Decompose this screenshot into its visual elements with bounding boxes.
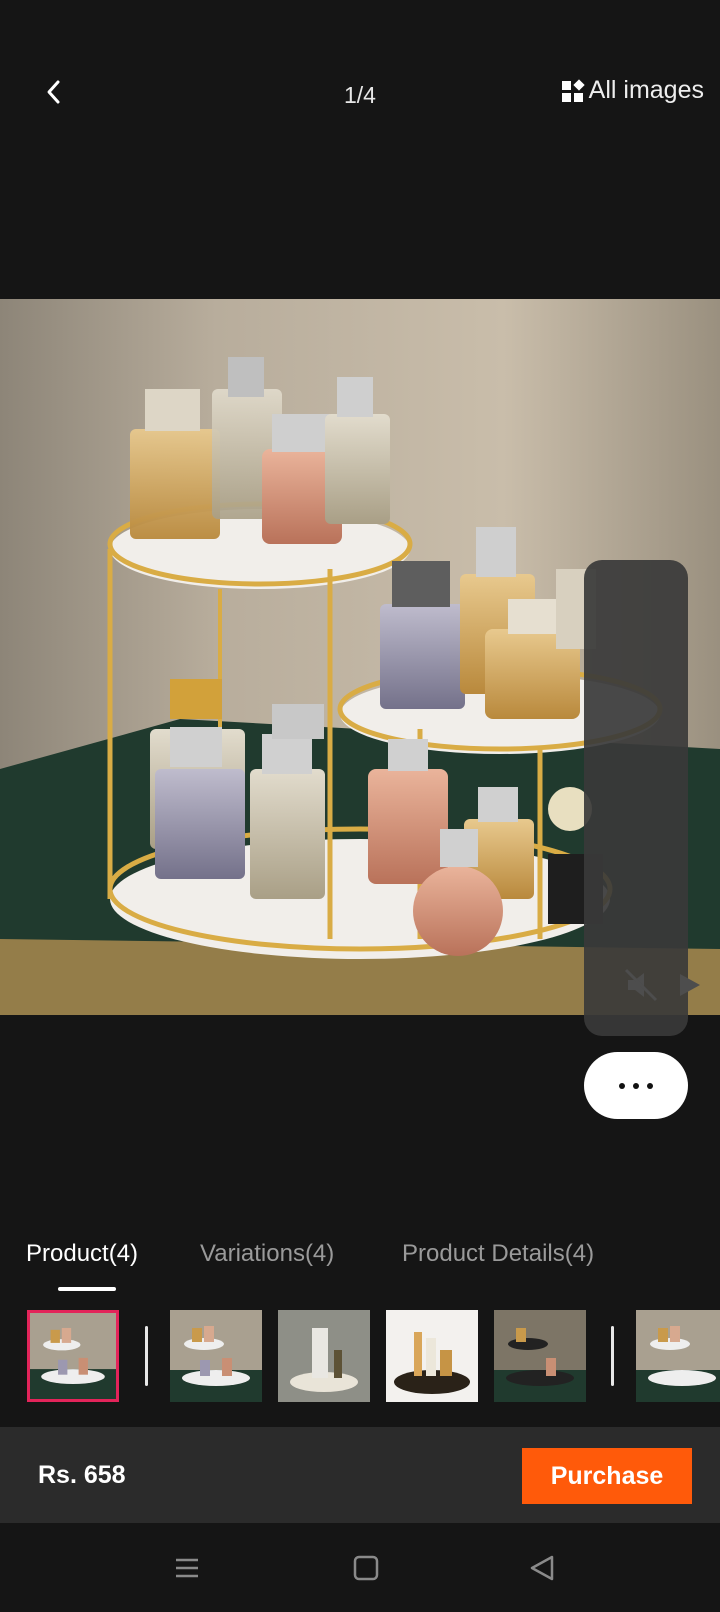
thumbnail-4[interactable]: [386, 1310, 478, 1402]
thumbnail-image: [170, 1310, 262, 1402]
tab-product[interactable]: Product(4): [26, 1240, 138, 1268]
thumbnail-separator: [145, 1326, 148, 1386]
volume-muted-icon: [624, 968, 658, 1002]
more-options-button[interactable]: [584, 1052, 688, 1119]
thumbnail-2[interactable]: [170, 1310, 262, 1402]
home-button[interactable]: [349, 1551, 383, 1585]
thumbnail-1[interactable]: [27, 1310, 119, 1402]
price-label: Rs. 658: [38, 1461, 126, 1489]
purchase-button[interactable]: Purchase: [522, 1448, 692, 1504]
all-images-button[interactable]: All images: [561, 76, 704, 105]
top-bar: 1/4 All images: [0, 0, 720, 190]
thumbnail-3[interactable]: [278, 1310, 370, 1402]
recent-apps-button[interactable]: [170, 1551, 204, 1585]
square-icon: [353, 1555, 379, 1581]
mute-button[interactable]: [620, 964, 662, 1006]
thumbnail-5[interactable]: [494, 1310, 586, 1402]
triangle-back-icon: [530, 1555, 554, 1581]
thumbnail-strip: [0, 1308, 720, 1404]
grid-icon: [561, 78, 585, 102]
thumbnail-image: [30, 1313, 116, 1399]
purchase-bar: Rs. 658 Purchase: [0, 1427, 720, 1523]
thumbnail-image: [278, 1310, 370, 1402]
play-icon: [680, 974, 700, 996]
tab-variations[interactable]: Variations(4): [200, 1240, 334, 1268]
dot-icon: [619, 1082, 625, 1089]
thumbnail-image: [636, 1310, 720, 1402]
system-back-button[interactable]: [526, 1551, 560, 1585]
play-button[interactable]: [668, 964, 710, 1006]
dot-icon: [647, 1082, 653, 1089]
thumbnail-image: [386, 1310, 478, 1402]
active-tab-indicator: [58, 1287, 116, 1291]
all-images-label: All images: [588, 76, 704, 104]
thumbnail-image: [494, 1310, 586, 1402]
system-navigation-bar: [0, 1523, 720, 1612]
dot-icon: [633, 1082, 639, 1089]
image-category-tabs: Product(4) Variations(4) Product Details…: [0, 1236, 720, 1291]
menu-icon: [176, 1558, 198, 1578]
thumbnail-separator: [611, 1326, 614, 1386]
thumbnail-6[interactable]: [636, 1310, 720, 1402]
tab-product-details[interactable]: Product Details(4): [402, 1240, 594, 1268]
